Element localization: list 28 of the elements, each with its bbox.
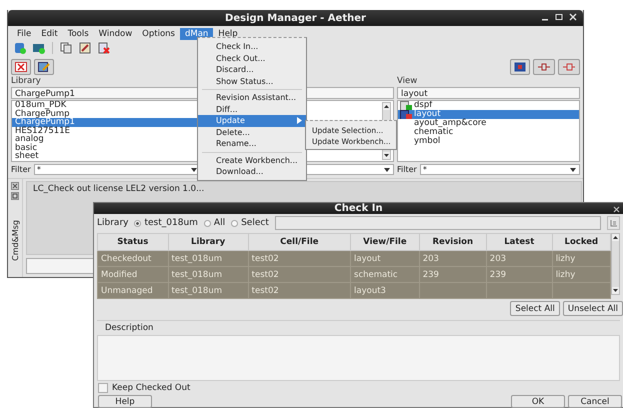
table-cell: test02 [252, 286, 279, 296]
message-line: LC_Check out license LEL2 version 1.0... [33, 184, 206, 194]
dialog-title: Check In [334, 203, 383, 214]
table-cell: test02 [252, 254, 279, 264]
table-cell: test_018um [172, 286, 222, 296]
table-cell: test_018um [172, 270, 222, 280]
table-cell: layout [354, 254, 381, 264]
table-cell: Unmanaged [101, 286, 153, 296]
window-title: Design Manager - Aether [225, 12, 366, 24]
table-cell: 239 [490, 270, 506, 280]
table-cell: 239 [422, 270, 439, 280]
table-cell: test_018um [172, 254, 222, 264]
table-cell: 203 [490, 254, 506, 264]
filter-label: Filter [397, 165, 417, 174]
scope-label: Library [97, 218, 128, 228]
table-cell: schematic [354, 270, 398, 280]
description-label: Description [104, 322, 154, 335]
table-cell: 203 [422, 254, 439, 264]
table-cell: Checkedout [101, 254, 152, 264]
table-cell: lizhy [556, 270, 576, 280]
checkbox-label: Keep Checked Out [112, 383, 190, 393]
table-cell: test02 [252, 270, 279, 280]
filter-label: Filter [11, 165, 31, 174]
table-cell: Modified [101, 270, 138, 280]
table-cell: layout3 [354, 286, 386, 296]
group-label: View [397, 76, 418, 86]
table-cell: lizhy [556, 254, 576, 264]
group-label: Library [11, 76, 42, 86]
